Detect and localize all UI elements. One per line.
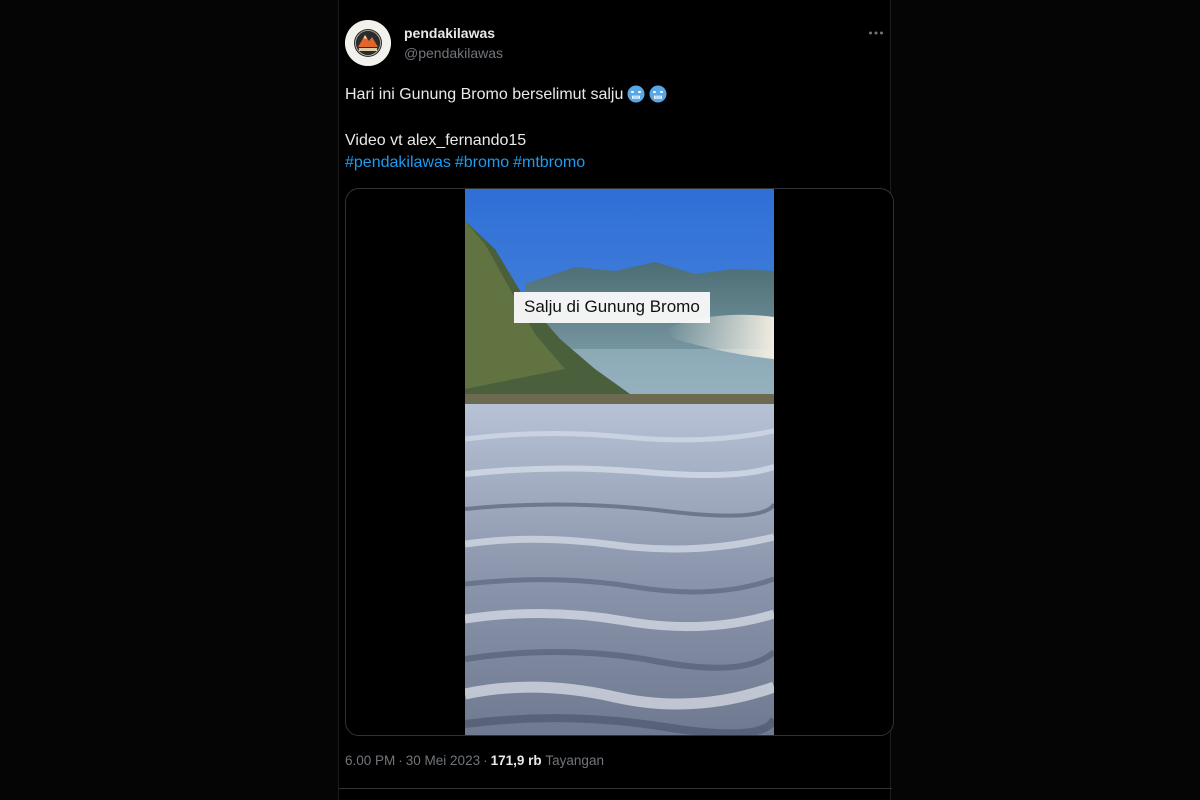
right-backdrop bbox=[891, 0, 1200, 800]
more-horizontal-icon bbox=[869, 31, 883, 35]
hashtag-link[interactable]: #mtbromo bbox=[513, 154, 585, 171]
meta-separator: · bbox=[398, 753, 403, 768]
tweet-date[interactable]: 30 Mei 2023 bbox=[406, 753, 480, 768]
tweet-meta: 6.00 PM · 30 Mei 2023 · 171,9 rb Tayangan bbox=[345, 753, 604, 768]
views-count[interactable]: 171,9 rb bbox=[491, 753, 542, 768]
more-options-button[interactable] bbox=[868, 26, 884, 40]
video-frame: Salju di Gunung Bromo bbox=[465, 189, 774, 735]
hashtag-link[interactable]: #bromo bbox=[455, 154, 509, 171]
timeline-column: pendakilawas @pendakilawas Hari ini Gunu… bbox=[338, 0, 894, 800]
views-label: Tayangan bbox=[545, 753, 604, 768]
hashtag-link[interactable]: #pendakilawas bbox=[345, 154, 451, 171]
mountain-logo-icon bbox=[345, 20, 391, 66]
screen: pendakilawas @pendakilawas Hari ini Gunu… bbox=[0, 0, 1200, 800]
cold-face-emoji-icon bbox=[627, 85, 645, 103]
avatar[interactable] bbox=[345, 20, 391, 66]
video-caption: Salju di Gunung Bromo bbox=[514, 292, 710, 323]
divider bbox=[339, 788, 892, 789]
video-player[interactable]: Salju di Gunung Bromo bbox=[345, 188, 894, 736]
tweet-text-line-2: Video vt alex_fernando15 bbox=[345, 132, 527, 149]
author-display-name[interactable]: pendakilawas bbox=[404, 25, 495, 41]
author-handle[interactable]: @pendakilawas bbox=[404, 45, 503, 61]
left-backdrop bbox=[0, 0, 338, 800]
tweet-text: Hari ini Gunung Bromo berselimut salju bbox=[345, 86, 624, 103]
video-still-image bbox=[465, 189, 774, 735]
hashtag-row: #pendakilawas #bromo #mtbromo bbox=[345, 154, 589, 172]
tweet-text-line-1: Hari ini Gunung Bromo berselimut salju bbox=[345, 85, 667, 104]
meta-separator: · bbox=[483, 753, 488, 768]
tweet-time[interactable]: 6.00 PM bbox=[345, 753, 395, 768]
cold-face-emoji-icon bbox=[649, 85, 667, 103]
tweet: pendakilawas @pendakilawas Hari ini Gunu… bbox=[339, 0, 894, 800]
